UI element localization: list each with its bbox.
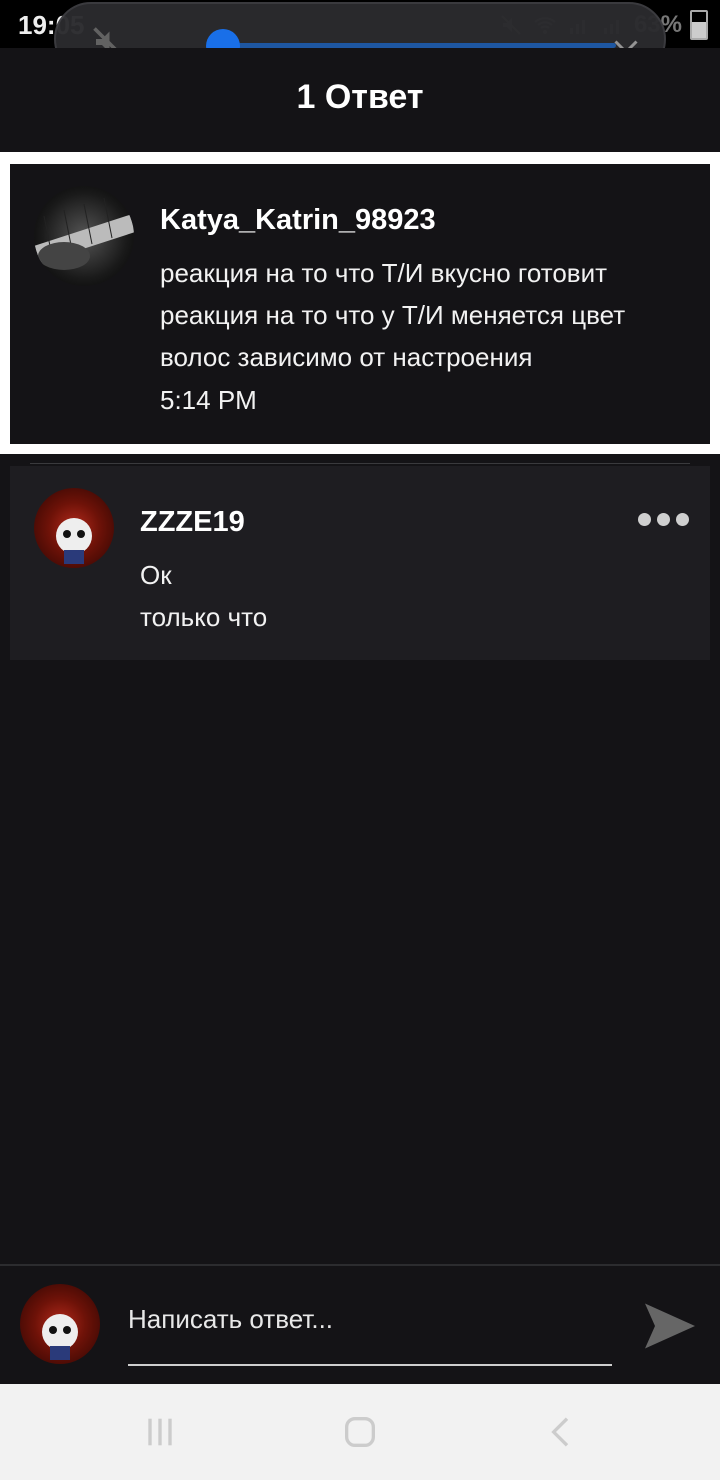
skull-image — [56, 518, 92, 564]
system-nav-bar — [0, 1384, 720, 1480]
send-icon[interactable] — [640, 1296, 700, 1356]
home-icon[interactable] — [340, 1412, 380, 1452]
recent-apps-icon[interactable] — [140, 1412, 180, 1452]
avatar[interactable] — [34, 488, 114, 568]
battery-icon — [690, 10, 708, 40]
parent-comment: Katya_Katrin_98923 реакция на то что Т/И… — [10, 164, 710, 444]
page-title: 1 Ответ — [296, 78, 424, 116]
avatar — [20, 1284, 100, 1364]
reply-composer: Написать ответ... — [0, 1264, 720, 1384]
comment-time: 5:14 PM — [160, 385, 257, 415]
header: 1 Ответ — [0, 48, 720, 152]
reply-input-placeholder: Написать ответ... — [128, 1304, 334, 1334]
reply-author[interactable]: ZZZE19 — [140, 506, 245, 539]
back-icon[interactable] — [542, 1412, 582, 1452]
comment-text-line: реакция на то что Т/И вкусно готовит — [160, 258, 608, 288]
skull-image — [42, 1314, 78, 1360]
reply-time: только что — [140, 602, 268, 632]
parent-comment-frame: Katya_Katrin_98923 реакция на то что Т/И… — [0, 152, 720, 454]
comment-text-line: реакция на то что у Т/И меняется цвет — [160, 300, 626, 330]
guitar-image — [34, 197, 134, 270]
divider — [30, 463, 690, 464]
reply-input[interactable]: Написать ответ... — [128, 1304, 612, 1366]
more-options-icon[interactable] — [638, 513, 690, 529]
comment-text-line: волос зависимо от настроения — [160, 342, 533, 372]
comment-author[interactable]: Katya_Katrin_98923 — [160, 204, 436, 237]
reply-comment: ZZZE19 Ок только что — [10, 466, 710, 660]
reply-text: Ок — [140, 560, 172, 590]
avatar[interactable] — [34, 186, 134, 286]
